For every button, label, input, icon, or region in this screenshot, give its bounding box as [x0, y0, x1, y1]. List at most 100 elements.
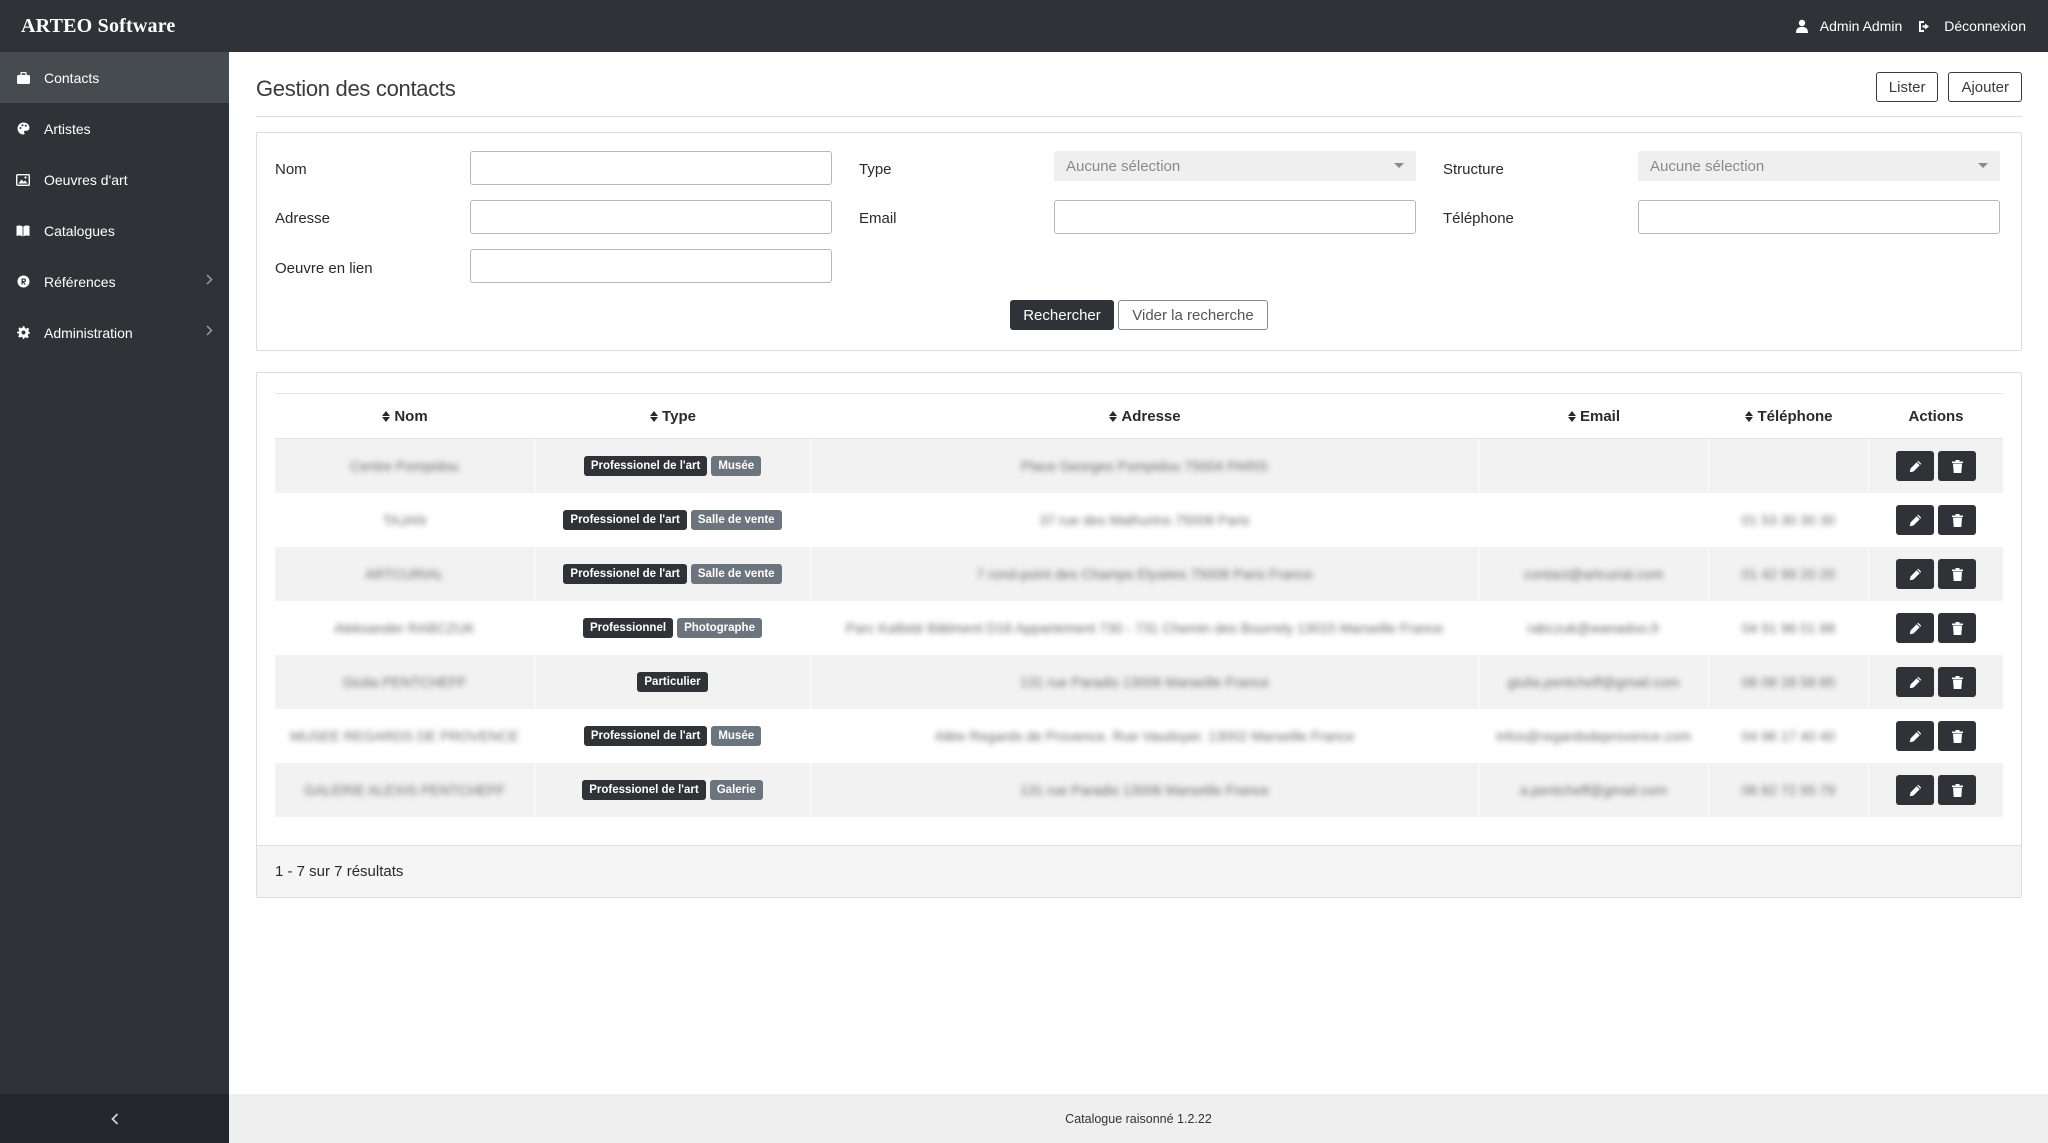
sort-icon	[1567, 410, 1576, 422]
th-actions: Actions	[1908, 407, 1964, 425]
cell-email: rabczuk@wanadoo.fr	[1479, 601, 1709, 655]
cell-text: GALERIE ALEXIS PENTCHEFF	[304, 782, 505, 798]
cell-telephone: 04 96 17 40 40	[1709, 709, 1869, 763]
sort-icon	[382, 410, 391, 422]
adresse-input[interactable]	[470, 200, 832, 234]
delete-button[interactable]	[1938, 667, 1976, 697]
cell-text: giulia.pentcheff@gmail.com	[1507, 674, 1680, 690]
th-adresse[interactable]: Adresse	[811, 394, 1479, 438]
type-badge: Professionel de l'art	[563, 564, 687, 584]
sidebar-item-label: Contacts	[44, 69, 100, 86]
cell-nom: Centre Pompidou	[275, 439, 535, 493]
cell-actions	[1869, 763, 2003, 817]
th-nom[interactable]: Nom	[275, 394, 535, 438]
user-menu[interactable]: Admin Admin	[1795, 18, 1902, 34]
delete-button[interactable]	[1938, 559, 1976, 589]
cell-telephone	[1709, 439, 1869, 493]
type-badge: Photographe	[677, 618, 762, 638]
sidebar: Contacts Artistes Oeuvres d'art Catalogu…	[0, 52, 229, 1143]
page-title: Gestion des contacts	[256, 76, 456, 101]
chevron-right-icon	[206, 274, 213, 285]
oeuvre-label: Oeuvre en lien	[275, 260, 373, 277]
adresse-label: Adresse	[275, 210, 331, 227]
results-count: 1 - 7 sur 7 résultats	[257, 845, 2021, 897]
search-filter-panel: Nom Type Aucune sélection Structure Aucu…	[256, 132, 2022, 351]
type-badge: Salle de vente	[690, 564, 782, 584]
edit-button[interactable]	[1896, 775, 1934, 805]
type-select-value: Aucune sélection	[1066, 157, 1181, 175]
th-email[interactable]: Email	[1479, 394, 1709, 438]
telephone-input[interactable]	[1638, 200, 2000, 234]
chevron-right-icon	[206, 325, 213, 336]
structure-label: Structure	[1443, 161, 1504, 178]
pencil-icon	[1909, 676, 1921, 688]
clear-search-button[interactable]: Vider la recherche	[1118, 300, 1268, 330]
cell-actions	[1869, 493, 2003, 547]
cell-adresse: Parc Kallisté Bâtiment D16 Appartement 7…	[811, 601, 1479, 655]
cell-text: 06 82 72 95 79	[1741, 782, 1836, 798]
cell-type: Professionel de l'art Salle de vente	[535, 493, 811, 547]
sidebar-item-administration[interactable]: Administration	[0, 307, 229, 358]
cell-telephone: 01 53 30 30 30	[1709, 493, 1869, 547]
type-badge: Galerie	[709, 780, 763, 800]
cell-email: contact@artcurial.com	[1479, 547, 1709, 601]
email-input[interactable]	[1054, 200, 1416, 234]
cell-text: contact@artcurial.com	[1523, 566, 1664, 582]
search-button[interactable]: Rechercher	[1010, 300, 1114, 330]
table-row: Giulia PENTCHEFF Particulier 131 rue Parad…	[275, 655, 2003, 709]
sidebar-collapse-button[interactable]	[0, 1094, 229, 1143]
cell-text: 06 08 28 58 85	[1741, 674, 1836, 690]
cell-nom: Giulia PENTCHEFF	[275, 655, 535, 709]
sidebar-item-contacts[interactable]: Contacts	[0, 52, 229, 103]
book-icon	[16, 224, 30, 238]
edit-button[interactable]	[1896, 721, 1934, 751]
app-version: Catalogue raisonné 1.2.22	[1065, 1111, 1212, 1126]
sidebar-item-catalogues[interactable]: Catalogues	[0, 205, 229, 256]
brand-logo[interactable]: ARTEO Software	[21, 15, 176, 38]
telephone-label: Téléphone	[1443, 210, 1514, 227]
add-button[interactable]: Ajouter	[1948, 72, 2022, 102]
th-type[interactable]: Type	[535, 394, 811, 438]
sidebar-item-oeuvres[interactable]: Oeuvres d'art	[0, 154, 229, 205]
table-header: Nom Type Adresse Email Téléphone Actions	[275, 393, 2003, 439]
cell-text: ARTCURIAL	[364, 566, 445, 582]
edit-button[interactable]	[1896, 559, 1934, 589]
sidebar-item-references[interactable]: Références	[0, 256, 229, 307]
cell-adresse: 7 rond-point des Champs Elysées 75008 Pa…	[811, 547, 1479, 601]
sort-icon	[650, 410, 659, 422]
sidebar-item-artistes[interactable]: Artistes	[0, 103, 229, 154]
edit-button[interactable]	[1896, 613, 1934, 643]
sidebar-item-label: Oeuvres d'art	[44, 171, 128, 188]
nom-input[interactable]	[470, 151, 832, 185]
delete-button[interactable]	[1938, 775, 1976, 805]
user-icon	[1795, 19, 1808, 33]
oeuvre-input[interactable]	[470, 249, 832, 283]
logout-link[interactable]: Déconnexion	[1918, 18, 2026, 34]
type-select[interactable]: Aucune sélection	[1054, 151, 1416, 181]
edit-button[interactable]	[1896, 505, 1934, 535]
type-badge: Professionel de l'art	[583, 726, 708, 746]
cell-text: 131 rue Paradis 13006 Marseille France	[1019, 782, 1270, 798]
cell-type: Professionel de l'art Musée	[535, 439, 811, 493]
delete-button[interactable]	[1938, 505, 1976, 535]
trash-icon	[1951, 621, 1963, 635]
email-label: Email	[859, 210, 897, 227]
type-badge: Musée	[711, 456, 762, 476]
edit-button[interactable]	[1896, 667, 1934, 697]
cell-actions	[1869, 655, 2003, 709]
sign-out-icon	[1919, 20, 1930, 32]
cell-nom: ARTCURIAL	[275, 547, 535, 601]
sidebar-item-label: Administration	[44, 324, 133, 341]
structure-select[interactable]: Aucune sélection	[1638, 151, 2000, 181]
delete-button[interactable]	[1938, 451, 1976, 481]
delete-button[interactable]	[1938, 613, 1976, 643]
list-button[interactable]: Lister	[1875, 72, 1939, 102]
cell-text: 01 42 99 20 20	[1741, 566, 1836, 582]
cell-text: a.pentcheff@gmail.com	[1519, 782, 1668, 798]
edit-button[interactable]	[1896, 451, 1934, 481]
th-telephone[interactable]: Téléphone	[1709, 394, 1869, 438]
cell-adresse: Place Georges Pompidou 75004 PARIS	[811, 439, 1479, 493]
delete-button[interactable]	[1938, 721, 1976, 751]
results-panel: Nom Type Adresse Email Téléphone Actions…	[256, 372, 2022, 898]
cell-text: 04 91 96 01 88	[1741, 620, 1836, 636]
